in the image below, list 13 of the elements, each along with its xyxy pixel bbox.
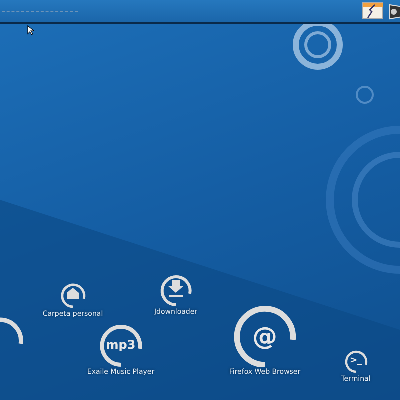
launcher-ring-icon[interactable] xyxy=(234,305,296,367)
network-icon[interactable] xyxy=(362,2,384,20)
home-icon[interactable] xyxy=(59,281,87,309)
mouse-pointer-icon xyxy=(27,25,35,36)
icon-glyph: >_ xyxy=(350,356,362,366)
wallpaper-ring-drawing xyxy=(356,86,374,104)
icon-glyph: mp3 xyxy=(106,339,136,351)
launcher-ring-icon[interactable] xyxy=(99,323,143,367)
speaker-icon[interactable] xyxy=(388,2,400,20)
panel-handle[interactable] xyxy=(2,10,78,12)
icon-glyph: @ xyxy=(252,324,278,348)
launcher-ring-icon[interactable] xyxy=(343,348,369,374)
download-icon[interactable] xyxy=(159,273,193,307)
